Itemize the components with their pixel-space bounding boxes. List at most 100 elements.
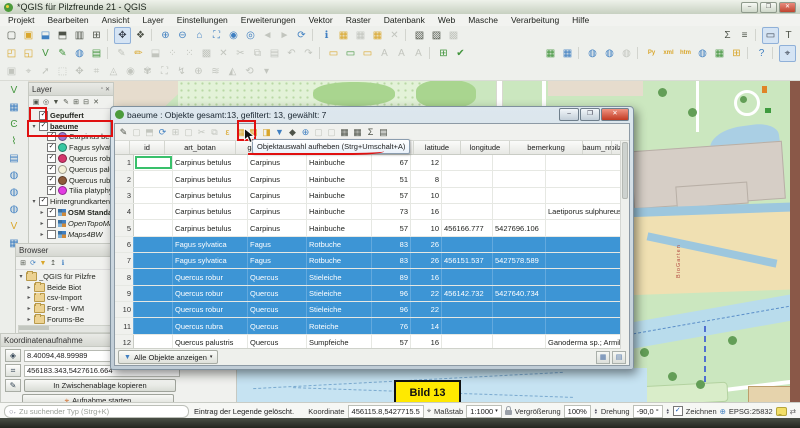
layer-panel-icon[interactable]: ◎ bbox=[41, 97, 51, 107]
table-cell[interactable]: Rotbuche bbox=[307, 253, 372, 268]
toolbar-icon[interactable]: ⊕ bbox=[158, 28, 173, 43]
table-cell[interactable] bbox=[546, 253, 623, 268]
table-cell[interactable] bbox=[546, 188, 623, 203]
menu-bearbeiten[interactable]: Bearbeiten bbox=[47, 15, 88, 25]
attribute-toolbar-icon[interactable]: ✂ bbox=[196, 126, 208, 139]
layer-checkbox[interactable]: ✓ bbox=[47, 143, 56, 152]
table-cell[interactable] bbox=[546, 318, 623, 333]
expander-icon[interactable]: ▸ bbox=[39, 209, 45, 216]
toolbar-icon[interactable]: ▦ bbox=[560, 46, 575, 61]
filter-mode-button[interactable]: ▼ Alle Objekte anzeigen ▾ bbox=[118, 350, 218, 364]
toolbar-icon[interactable]: ◍ bbox=[585, 46, 600, 61]
column-header[interactable] bbox=[115, 141, 130, 154]
layer-checkbox[interactable]: ✓ bbox=[47, 132, 56, 141]
menu-ansicht[interactable]: Ansicht bbox=[102, 15, 130, 25]
menu-layer[interactable]: Layer bbox=[142, 15, 163, 25]
coordinate-display[interactable]: 456115.8,5427715.5 bbox=[348, 405, 424, 418]
layer-tree-item[interactable]: ▸✓OSM Standard bbox=[37, 207, 113, 218]
table-cell[interactable]: Carpinus betulus bbox=[173, 220, 248, 235]
table-cell[interactable]: 67 bbox=[372, 155, 411, 170]
toolbar-icon[interactable]: ⊞ bbox=[729, 46, 744, 61]
toolbar-icon[interactable]: ➚ bbox=[38, 64, 53, 79]
toolbar-icon[interactable]: ✥ bbox=[114, 27, 131, 44]
table-cell[interactable]: 12 bbox=[411, 155, 442, 170]
add-layer-icon[interactable]: V bbox=[6, 83, 22, 98]
table-cell[interactable] bbox=[546, 155, 623, 170]
attribute-toolbar-icon[interactable]: ⬒ bbox=[144, 126, 156, 139]
toolbar-icon[interactable]: ✏ bbox=[131, 46, 146, 61]
minimize-button[interactable]: – bbox=[741, 2, 758, 13]
table-cell[interactable]: Fagus sylvatica bbox=[173, 237, 248, 252]
table-row[interactable]: 11Quercus rubraQuercusRoteiche76149nein bbox=[115, 318, 629, 334]
column-header[interactable]: latitude bbox=[414, 141, 461, 154]
table-cell[interactable]: 4 bbox=[115, 204, 134, 219]
menu-einstellungen[interactable]: Einstellungen bbox=[177, 15, 228, 25]
browser-item[interactable]: ▸Forst - WM bbox=[24, 303, 113, 314]
table-cell[interactable] bbox=[134, 286, 173, 301]
attribute-toolbar-icon[interactable]: ◆ bbox=[287, 126, 299, 139]
table-cell[interactable] bbox=[442, 155, 493, 170]
column-header[interactable]: longitude bbox=[461, 141, 510, 154]
table-cell[interactable]: 89 bbox=[372, 269, 411, 284]
layer-tree-item[interactable]: ▾✓Hintergrundkarten bbox=[29, 196, 113, 207]
table-cell[interactable]: Hainbuche bbox=[307, 204, 372, 219]
toolbar-icon[interactable]: ▨ bbox=[429, 28, 444, 43]
table-cell[interactable]: Hainbuche bbox=[307, 220, 372, 235]
table-cell[interactable]: Quercus robur bbox=[173, 302, 248, 317]
attribute-toolbar-icon[interactable]: ⧉ bbox=[209, 126, 221, 139]
expander-icon[interactable]: ▸ bbox=[39, 231, 45, 238]
table-cell[interactable]: 6 bbox=[115, 237, 134, 252]
maximize-button[interactable]: ❐ bbox=[760, 2, 777, 13]
menu-hilfe[interactable]: Hilfe bbox=[572, 15, 589, 25]
toolbar-icon[interactable]: ◭ bbox=[225, 64, 240, 79]
toolbar-icon[interactable]: ▤ bbox=[267, 46, 282, 61]
table-cell[interactable]: Quercus bbox=[248, 318, 307, 333]
dialog-minimize-button[interactable]: – bbox=[559, 108, 579, 121]
crs-status[interactable]: EPSG:25832 bbox=[729, 407, 773, 416]
table-cell[interactable]: Carpinus betulus bbox=[173, 155, 248, 170]
panel-close-icon[interactable]: ✕ bbox=[105, 86, 110, 93]
browser-item[interactable]: ▸Beide Biot bbox=[24, 282, 113, 293]
layer-checkbox[interactable]: ✓ bbox=[47, 165, 56, 174]
attribute-toolbar-icon[interactable]: ⊞ bbox=[170, 126, 182, 139]
layer-checkbox[interactable]: ✓ bbox=[39, 122, 48, 131]
dialog-title-bar[interactable]: baeume : Objekte gesamt:13, gefiltert: 1… bbox=[111, 107, 633, 122]
toolbar-icon[interactable]: ◰ bbox=[4, 46, 19, 61]
toolbar-icon[interactable]: ▾ bbox=[259, 64, 274, 79]
toolbar-icon[interactable]: ▢ bbox=[4, 28, 19, 43]
form-view-icon[interactable]: ▤ bbox=[612, 351, 626, 364]
toolbar-icon[interactable]: ✕ bbox=[216, 46, 231, 61]
table-cell[interactable]: 83 bbox=[372, 253, 411, 268]
table-cell[interactable]: 8 bbox=[115, 269, 134, 284]
panel-float-icon[interactable]: ▫ bbox=[101, 86, 103, 93]
column-header[interactable]: id bbox=[130, 141, 165, 154]
table-cell[interactable]: 12 bbox=[115, 335, 134, 349]
toolbar-icon[interactable]: ⛶ bbox=[209, 28, 224, 43]
toolbar-icon[interactable]: ▦ bbox=[712, 46, 727, 61]
toolbar-icon[interactable]: ⊞ bbox=[436, 46, 451, 61]
layer-panel-icon[interactable]: ⊟ bbox=[81, 97, 91, 107]
expander-icon[interactable]: ▸ bbox=[26, 294, 32, 301]
table-cell[interactable]: 5427640.734 bbox=[493, 286, 546, 301]
table-cell[interactable] bbox=[134, 253, 173, 268]
render-checkbox[interactable]: ✓ bbox=[673, 406, 683, 416]
toolbar-icon[interactable]: ✎ bbox=[55, 46, 70, 61]
column-header[interactable]: bemerkung bbox=[510, 141, 583, 154]
toolbar-icon[interactable]: ▦ bbox=[543, 46, 558, 61]
attribute-toolbar-icon[interactable]: ▢ bbox=[326, 126, 338, 139]
menu-masche[interactable]: Masche bbox=[468, 15, 498, 25]
attribute-toolbar-icon[interactable]: ▼ bbox=[274, 126, 286, 139]
table-cell[interactable]: 10 bbox=[115, 302, 134, 317]
table-cell[interactable] bbox=[442, 318, 493, 333]
table-cell[interactable]: 76 bbox=[372, 318, 411, 333]
table-cell[interactable] bbox=[134, 220, 173, 235]
toolbar-icon[interactable]: ▭ bbox=[360, 46, 375, 61]
toolbar-icon[interactable]: ⟲ bbox=[242, 64, 257, 79]
table-cell[interactable]: 57 bbox=[372, 220, 411, 235]
table-cell[interactable] bbox=[546, 269, 623, 284]
table-cell[interactable] bbox=[493, 269, 546, 284]
toolbar-icon[interactable]: ? bbox=[754, 46, 769, 61]
track-mouse-icon[interactable]: ✎ bbox=[5, 379, 21, 392]
table-cell[interactable]: 5427578.589 bbox=[493, 253, 546, 268]
table-cell[interactable]: Quercus bbox=[248, 269, 307, 284]
